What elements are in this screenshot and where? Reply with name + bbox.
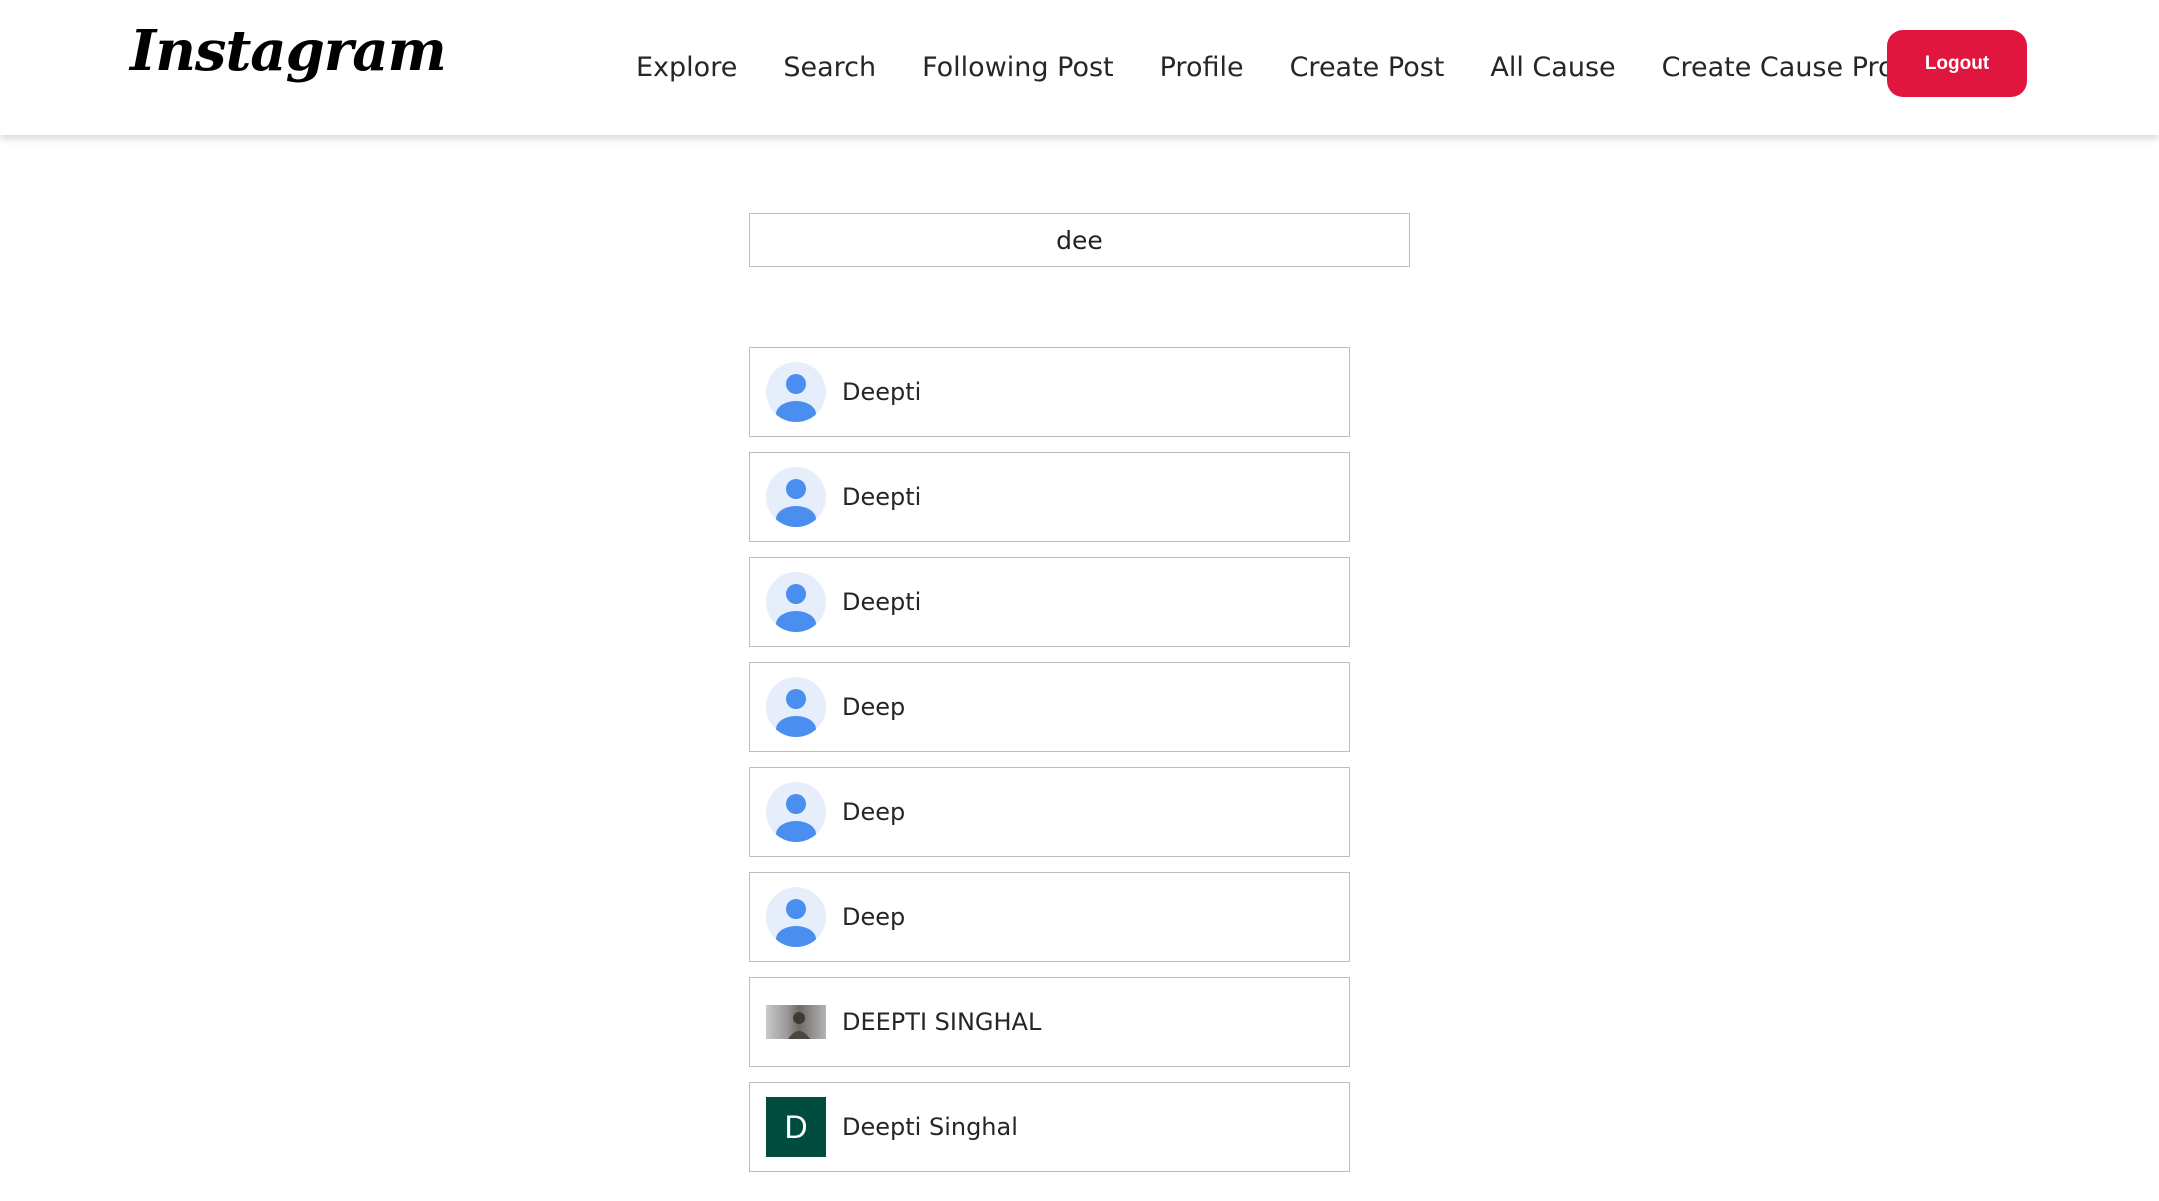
- search-results-list: Deepti Deepti Deepti Deep Deep Deep DEEPTI SIN…: [749, 347, 1350, 1187]
- search-result-item[interactable]: Deepti: [749, 452, 1350, 542]
- result-name: Deepti: [842, 588, 922, 616]
- result-name: Deepti Singhal: [842, 1113, 1018, 1141]
- result-name: Deep: [842, 903, 906, 931]
- profile-photo: [766, 1005, 826, 1039]
- default-avatar-icon: [766, 677, 826, 737]
- default-avatar-icon: [766, 467, 826, 527]
- nav-profile[interactable]: Profile: [1160, 52, 1244, 83]
- nav-search[interactable]: Search: [783, 52, 876, 83]
- default-avatar-icon: [766, 782, 826, 842]
- search-result-item[interactable]: Deep: [749, 662, 1350, 752]
- default-avatar-icon: [766, 362, 826, 422]
- default-avatar-icon: [766, 887, 826, 947]
- search-result-item[interactable]: D Deepti Singhal: [749, 1082, 1350, 1172]
- nav-links: Explore Search Following Post Profile Cr…: [636, 42, 1990, 92]
- nav-explore[interactable]: Explore: [636, 52, 737, 83]
- nav-all-cause[interactable]: All Cause: [1490, 52, 1615, 83]
- nav-create-post[interactable]: Create Post: [1290, 52, 1445, 83]
- search-result-item[interactable]: DEEPTI SINGHAL: [749, 977, 1350, 1067]
- search-result-item[interactable]: Deepti: [749, 347, 1350, 437]
- top-navbar: Instagram Explore Search Following Post …: [0, 0, 2159, 135]
- result-name: Deep: [842, 798, 906, 826]
- logout-button[interactable]: Logout: [1887, 30, 2027, 97]
- default-avatar-icon: [766, 572, 826, 632]
- result-name: Deepti: [842, 378, 922, 406]
- search-input[interactable]: [749, 213, 1410, 267]
- result-name: Deep: [842, 693, 906, 721]
- result-name: DEEPTI SINGHAL: [842, 1008, 1042, 1036]
- search-result-item[interactable]: Deepti: [749, 557, 1350, 647]
- letter-avatar: D: [766, 1097, 826, 1157]
- search-result-item[interactable]: Deep: [749, 872, 1350, 962]
- result-name: Deepti: [842, 483, 922, 511]
- instagram-logo[interactable]: Instagram: [130, 18, 447, 84]
- search-result-item[interactable]: Deep: [749, 767, 1350, 857]
- nav-following-post[interactable]: Following Post: [922, 52, 1114, 83]
